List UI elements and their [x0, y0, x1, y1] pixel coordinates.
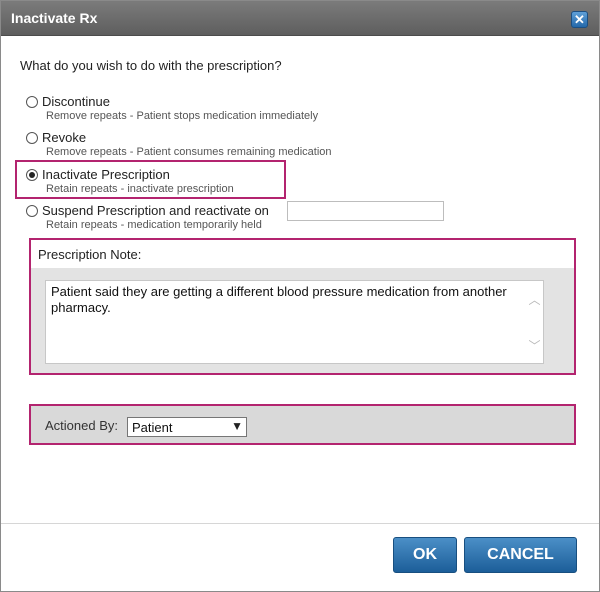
scroll-up-icon[interactable]: ︿ — [526, 291, 543, 308]
close-icon[interactable]: ✕ — [571, 11, 588, 28]
actioned-by-select[interactable]: Patient ▼ — [127, 417, 247, 437]
radio-discontinue[interactable] — [26, 96, 38, 108]
actioned-by-panel: Actioned By: Patient ▼ — [29, 404, 576, 445]
inactivate-rx-dialog: Inactivate Rx ✕ What do you wish to do w… — [0, 0, 600, 592]
actioned-by-label: Actioned By: — [45, 418, 118, 433]
option-label: Inactivate Prescription — [42, 167, 170, 182]
actioned-by-value: Patient — [132, 420, 173, 435]
reactivate-date-input[interactable] — [287, 201, 444, 221]
option-description: Remove repeats - Patient stops medicatio… — [46, 110, 319, 122]
note-label: Prescription Note: — [38, 247, 142, 262]
option-description: Retain repeats - medication temporarily … — [46, 219, 262, 231]
chevron-down-icon: ▼ — [231, 419, 243, 433]
question-text: What do you wish to do with the prescrip… — [20, 58, 282, 73]
note-scrollbar[interactable]: ︿ ﹀ — [526, 281, 543, 363]
dialog-title: Inactivate Rx — [11, 10, 98, 26]
radio-revoke[interactable] — [26, 132, 38, 144]
footer-divider — [1, 523, 599, 524]
radio-suspend-prescription[interactable] — [26, 205, 38, 217]
prescription-note-panel: Prescription Note: Patient said they are… — [29, 238, 576, 375]
option-label: Suspend Prescription and reactivate on — [42, 203, 269, 218]
radio-inactivate-prescription[interactable] — [26, 169, 38, 181]
cancel-button[interactable]: CANCEL — [464, 537, 577, 573]
option-description: Retain repeats - inactivate prescription — [46, 183, 234, 195]
dialog-titlebar: Inactivate Rx ✕ — [1, 1, 599, 36]
option-description: Remove repeats - Patient consumes remain… — [46, 146, 332, 158]
note-header: Prescription Note: — [31, 240, 574, 268]
option-label: Discontinue — [42, 94, 110, 109]
note-text: Patient said they are getting a differen… — [51, 284, 507, 315]
scroll-down-icon[interactable]: ﹀ — [526, 337, 543, 354]
prescription-note-textarea[interactable]: Patient said they are getting a differen… — [45, 280, 544, 364]
ok-button[interactable]: OK — [393, 537, 457, 573]
option-label: Revoke — [42, 130, 87, 145]
